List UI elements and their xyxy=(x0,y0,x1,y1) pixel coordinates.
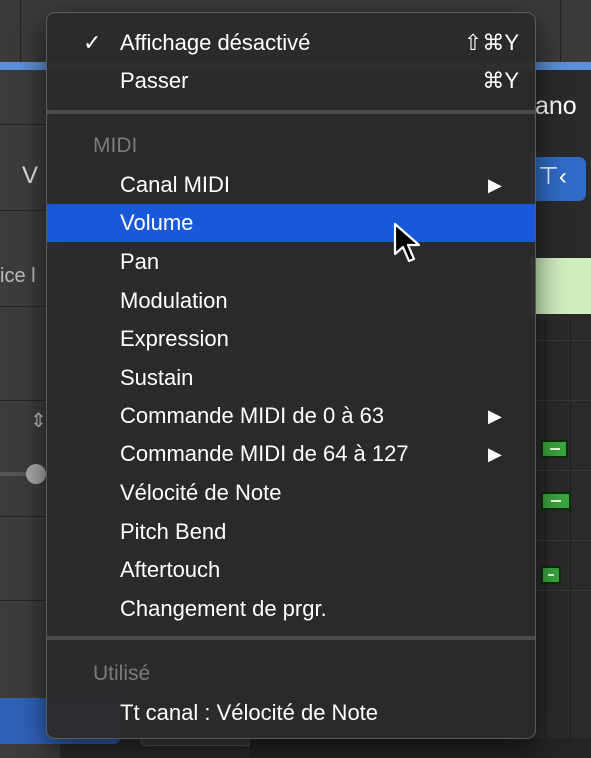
menu-item-label: Commande MIDI de 0 à 63 xyxy=(120,403,385,428)
menu-separator xyxy=(47,636,535,640)
menu-item-label: Canal MIDI xyxy=(120,172,231,197)
menu-item-label: Pan xyxy=(120,249,160,274)
menu-item-velocite-de-note[interactable]: Vélocité de Note xyxy=(47,474,535,512)
region-header xyxy=(530,258,591,314)
menu-item-modulation[interactable]: Modulation xyxy=(47,282,535,320)
submenu-arrow-icon: ▶ xyxy=(488,175,502,195)
menu-item-label: Commande MIDI de 64 à 127 xyxy=(120,441,409,466)
left-panel-fragment: ice l xyxy=(0,265,36,287)
section-header-midi: MIDI xyxy=(93,134,138,157)
menu-item-label: Vélocité de Note xyxy=(120,480,282,505)
menu-item-label: Pitch Bend xyxy=(120,519,227,544)
menu-item-label: Aftertouch xyxy=(120,557,221,582)
menu-item-label: Sustain xyxy=(120,365,194,390)
midi-note[interactable] xyxy=(541,492,571,510)
mouse-pointer-icon xyxy=(393,222,421,263)
bottom-grid xyxy=(250,738,591,758)
menu-item-label: Volume xyxy=(120,210,194,235)
menu-item-volume[interactable]: Volume xyxy=(47,204,535,242)
menu-item-pan[interactable]: Pan xyxy=(47,243,535,281)
menu-item-label: Changement de prgr. xyxy=(120,596,327,621)
menu-item-pitch-bend[interactable]: Pitch Bend xyxy=(47,513,535,551)
slider-knob[interactable] xyxy=(26,464,46,484)
filter-icon: ⊤‹ xyxy=(538,163,567,190)
submenu-arrow-icon: ▶ xyxy=(488,444,502,464)
track-name: ano xyxy=(535,92,577,120)
stepper-icon[interactable]: ⇕ xyxy=(30,408,47,433)
submenu-arrow-icon: ▶ xyxy=(488,406,502,426)
menu-item-label: Passer xyxy=(120,68,189,93)
menu-item-label: Expression xyxy=(120,326,229,351)
midi-note[interactable] xyxy=(541,566,561,584)
shortcut-label: ⌘Y xyxy=(482,68,519,93)
menu-item-sustain[interactable]: Sustain xyxy=(47,359,535,397)
track-automation-menu: ✓ Affichage désactivé ⇧⌘Y Passer ⌘Y MIDI… xyxy=(46,12,536,739)
left-panel-text: V xyxy=(22,162,39,189)
menu-item-tt-canal-velocite[interactable]: Tt canal : Vélocité de Note xyxy=(47,694,535,732)
shortcut-label: ⇧⌘Y xyxy=(463,30,519,55)
menu-item-affichage-desactive[interactable]: ✓ Affichage désactivé ⇧⌘Y xyxy=(47,24,535,62)
section-header-utilise: Utilisé xyxy=(93,662,151,685)
menu-item-canal-midi[interactable]: Canal MIDI ▶ xyxy=(47,166,535,204)
menu-item-changement-de-prgr[interactable]: Changement de prgr. xyxy=(47,590,535,628)
menu-item-commande-midi-64-127[interactable]: Commande MIDI de 64 à 127 ▶ xyxy=(47,435,535,473)
checkmark-icon: ✓ xyxy=(83,30,102,55)
midi-note[interactable] xyxy=(541,440,568,458)
menu-item-passer[interactable]: Passer ⌘Y xyxy=(47,62,535,100)
menu-item-label: Affichage désactivé xyxy=(120,30,311,55)
menu-item-aftertouch[interactable]: Aftertouch xyxy=(47,551,535,589)
menu-item-expression[interactable]: Expression xyxy=(47,320,535,358)
menu-item-commande-midi-0-63[interactable]: Commande MIDI de 0 à 63 ▶ xyxy=(47,397,535,435)
menu-item-label: Modulation xyxy=(120,288,228,313)
menu-separator xyxy=(47,110,535,114)
menu-item-label: Tt canal : Vélocité de Note xyxy=(120,700,379,725)
